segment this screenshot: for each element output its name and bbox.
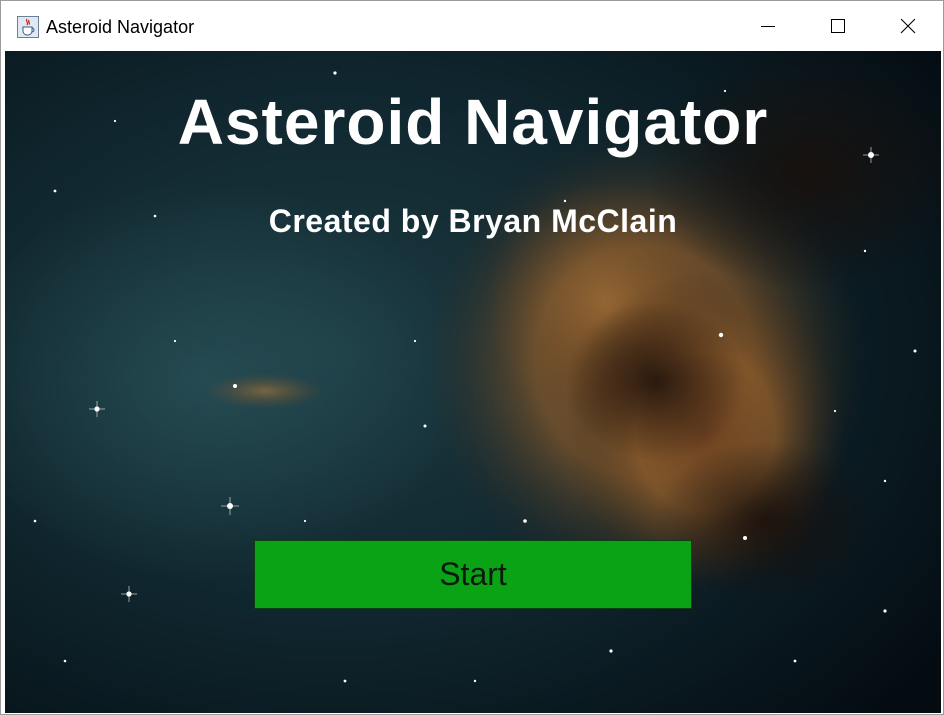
minimize-button[interactable] [733, 1, 803, 51]
java-cup-icon [17, 16, 39, 38]
title-bar[interactable]: Asteroid Navigator [1, 1, 943, 51]
maximize-icon [831, 19, 845, 33]
credit-text: Created by Bryan McClain [268, 203, 678, 239]
maximize-button[interactable] [803, 1, 873, 51]
window-title: Asteroid Navigator [46, 17, 195, 37]
start-button[interactable]: Start [254, 540, 692, 609]
start-button-label: Start [439, 556, 507, 592]
app-window: Asteroid Navigator Asteroid Navigator Cr… [0, 0, 944, 715]
game-title: Asteroid Navigator [177, 86, 769, 158]
minimize-icon [761, 26, 775, 27]
game-canvas[interactable]: Asteroid Navigator Created by Bryan McCl… [5, 51, 941, 713]
close-button[interactable] [873, 1, 943, 51]
close-icon [900, 18, 916, 34]
